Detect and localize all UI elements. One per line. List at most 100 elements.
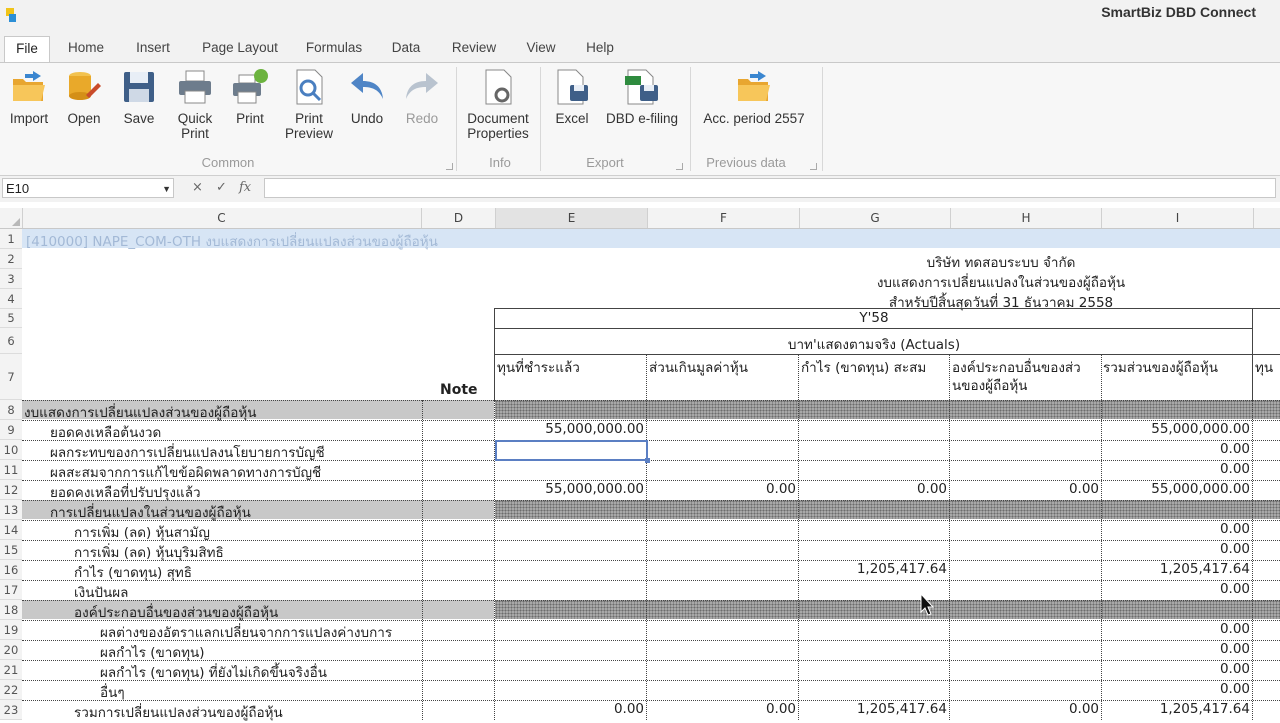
row-label-fx-translation[interactable]: ผลต่างของอัตราแลกเปลี่ยนจากการแปลงค่างบก… <box>100 621 420 643</box>
cancel-icon[interactable]: × <box>192 180 203 195</box>
value-cell[interactable]: 0.00 <box>1102 641 1252 657</box>
row-header[interactable]: 23 <box>0 700 22 720</box>
row-header[interactable]: 11 <box>0 460 22 480</box>
value-cell[interactable]: 0.00 <box>1102 621 1252 637</box>
row-header[interactable]: 8 <box>0 400 22 420</box>
import-button[interactable]: Import <box>1 67 57 126</box>
row-header[interactable]: 19 <box>0 620 22 640</box>
export-group-launcher[interactable] <box>676 163 683 170</box>
function-icon[interactable]: fx <box>239 180 251 195</box>
column-header-f[interactable]: F <box>648 208 800 228</box>
row-header[interactable]: 16 <box>0 560 22 580</box>
row-header[interactable]: 17 <box>0 580 22 600</box>
column-header-h[interactable]: H <box>951 208 1102 228</box>
save-button[interactable]: Save <box>111 67 167 126</box>
excel-export-button[interactable]: Excel <box>544 67 600 126</box>
row-header[interactable]: 18 <box>0 600 22 620</box>
row-label-opening-balance[interactable]: ยอดคงเหลือต้นงวด <box>50 421 161 443</box>
row-label-dividends[interactable]: เงินปันผล <box>74 581 128 603</box>
row-header[interactable]: 15 <box>0 540 22 560</box>
column-head-share-premium[interactable]: ส่วนเกินมูลค่าหุ้น <box>649 356 748 378</box>
dbd-efiling-button[interactable]: DBD e-filing <box>604 67 680 126</box>
value-cell[interactable]: 0.00 <box>1102 521 1252 537</box>
column-header-d[interactable]: D <box>422 208 496 228</box>
row-header[interactable]: 7 <box>0 354 22 400</box>
row-label-changes[interactable]: การเปลี่ยนแปลงในส่วนของผู้ถือหุ้น <box>50 501 251 523</box>
column-head-paid-up-capital[interactable]: ทุนที่ชำระแล้ว <box>497 356 580 378</box>
undo-button[interactable]: Undo <box>339 67 395 126</box>
value-cell[interactable]: 0.00 <box>1102 661 1252 677</box>
row-label-unrealized[interactable]: ผลกำไร (ขาดทุน) ที่ยังไม่เกิดขึ้นจริงอื่… <box>100 661 327 683</box>
fill-handle[interactable] <box>645 458 650 463</box>
row-header[interactable]: 1 <box>0 229 22 249</box>
row-label-policy-change[interactable]: ผลกระทบของการเปลี่ยนแปลงนโยบายการบัญชี <box>50 441 325 463</box>
row-header[interactable]: 5 <box>0 309 22 328</box>
value-cell[interactable]: 55,000,000.00 <box>496 421 646 437</box>
value-cell[interactable]: 1,205,417.64 <box>800 701 949 717</box>
note-header[interactable]: Note <box>440 382 478 398</box>
row-header[interactable]: 3 <box>0 269 22 289</box>
open-button[interactable]: Open <box>56 67 112 126</box>
value-cell[interactable]: 0.00 <box>800 481 949 497</box>
value-cell[interactable]: 1,205,417.64 <box>800 561 949 577</box>
row-header[interactable]: 2 <box>0 249 22 269</box>
company-name[interactable]: บริษัท ทดสอบระบบ จำกัด <box>496 251 1256 273</box>
row-header[interactable]: 9 <box>0 420 22 440</box>
value-cell[interactable]: 0.00 <box>1102 461 1252 477</box>
print-preview-button[interactable]: Print Preview <box>281 67 337 141</box>
column-header-e[interactable]: E <box>496 208 648 228</box>
column-header-g[interactable]: G <box>800 208 951 228</box>
value-cell[interactable]: 0.00 <box>1102 541 1252 557</box>
row-header[interactable]: 10 <box>0 440 22 460</box>
tab-view[interactable]: View <box>520 36 562 62</box>
statement-title[interactable]: งบแสดงการเปลี่ยนแปลงในส่วนของผู้ถือหุ้น <box>496 271 1256 293</box>
row-header[interactable]: 20 <box>0 640 22 660</box>
tab-file[interactable]: File <box>4 36 50 63</box>
name-box[interactable]: E10 ▼ <box>2 178 174 198</box>
previous-group-launcher[interactable] <box>810 163 817 170</box>
value-cell[interactable]: 0.00 <box>1102 581 1252 597</box>
document-properties-button[interactable]: Document Properties <box>462 67 534 141</box>
year-header[interactable]: Y'58 <box>496 310 1252 326</box>
row-label-adjusted-balance[interactable]: ยอดคงเหลือที่ปรับปรุงแล้ว <box>50 481 201 503</box>
value-cell[interactable]: 55,000,000.00 <box>496 481 646 497</box>
row-label-other-components[interactable]: องค์ประกอบอื่นของส่วนของผู้ถือหุ้น <box>74 601 278 623</box>
value-cell[interactable]: 0.00 <box>951 481 1101 497</box>
print-button[interactable]: Print <box>222 67 278 126</box>
value-cell[interactable]: 1,205,417.64 <box>1102 701 1252 717</box>
basis-header[interactable]: บาท'แสดงตามจริง (Actuals) <box>496 333 1252 355</box>
row-header[interactable]: 14 <box>0 520 22 540</box>
tab-page-layout[interactable]: Page Layout <box>196 36 284 62</box>
row-label-preferred-shares[interactable]: การเพิ่ม (ลด) หุ้นบุริมสิทธิ <box>74 541 224 563</box>
sheet-title[interactable]: [410000] NAPE_COM-OTH งบแสดงการเปลี่ยนแป… <box>26 230 438 252</box>
tab-help[interactable]: Help <box>580 36 620 62</box>
common-group-launcher[interactable] <box>446 163 453 170</box>
row-header[interactable]: 12 <box>0 480 22 500</box>
chevron-down-icon[interactable]: ▼ <box>162 179 171 199</box>
column-head-other-components-2[interactable]: นของผู้ถือหุ้น <box>952 374 1027 396</box>
select-all-button[interactable] <box>0 208 23 228</box>
tab-review[interactable]: Review <box>446 36 502 62</box>
tab-data[interactable]: Data <box>384 36 428 62</box>
column-header-c[interactable]: C <box>22 208 422 228</box>
value-cell[interactable]: 55,000,000.00 <box>1102 421 1252 437</box>
value-cell[interactable]: 0.00 <box>648 701 798 717</box>
row-header[interactable]: 13 <box>0 500 22 520</box>
column-header-i[interactable]: I <box>1102 208 1254 228</box>
selected-cell-e10[interactable] <box>495 440 648 461</box>
row-header[interactable]: 4 <box>0 289 22 309</box>
column-head-total-equity[interactable]: รวมส่วนของผู้ถือหุ้น <box>1103 356 1218 378</box>
row-header[interactable]: 22 <box>0 680 22 700</box>
value-cell[interactable]: 1,205,417.64 <box>1102 561 1252 577</box>
column-head-retained-earnings[interactable]: กำไร (ขาดทุน) สะสม <box>801 356 926 378</box>
row-label-net-profit[interactable]: กำไร (ขาดทุน) สุทธิ <box>74 561 192 583</box>
value-cell[interactable]: 0.00 <box>648 481 798 497</box>
tab-formulas[interactable]: Formulas <box>300 36 368 62</box>
row-header[interactable]: 6 <box>0 328 22 354</box>
value-cell[interactable]: 0.00 <box>951 701 1101 717</box>
column-head-next[interactable]: ทุน <box>1255 356 1280 378</box>
redo-button[interactable]: Redo <box>394 67 450 126</box>
value-cell[interactable]: 0.00 <box>1102 441 1252 457</box>
quick-print-button[interactable]: Quick Print <box>167 67 223 141</box>
tab-insert[interactable]: Insert <box>126 36 180 62</box>
